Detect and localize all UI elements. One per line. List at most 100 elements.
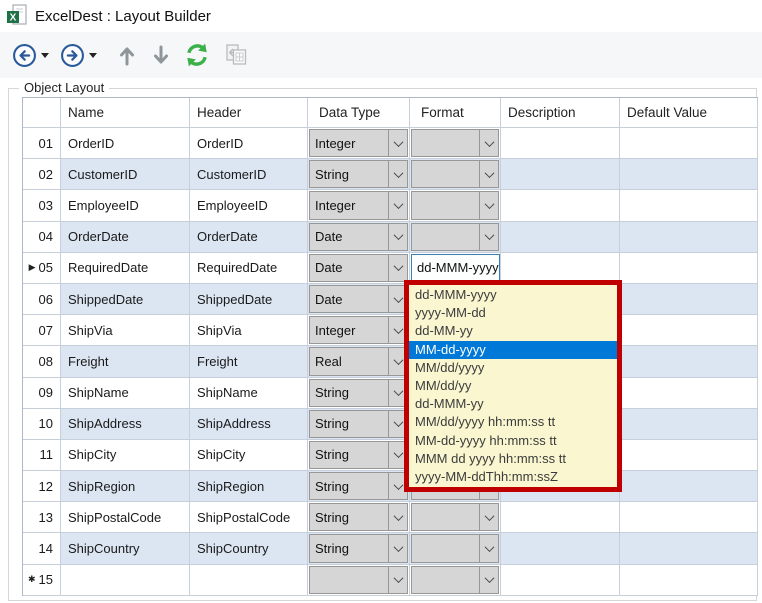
combo-dropdown-button[interactable] [479,161,498,187]
back-dropdown-button[interactable] [38,43,52,67]
data-type-combobox[interactable] [309,566,408,594]
format-dropdown-item[interactable]: dd-MM-yy [409,322,617,340]
description-cell[interactable] [501,565,620,596]
data-type-combobox[interactable]: String [309,410,408,438]
data-type-combobox[interactable]: Date [309,285,408,313]
format-dropdown-list[interactable]: dd-MMM-yyyy yyyy-MM-dd dd-MM-yy MM-dd-yy… [409,286,617,486]
default-value-cell[interactable] [620,222,758,253]
default-value-cell[interactable] [620,315,758,346]
default-value-cell[interactable] [620,533,758,564]
default-value-cell[interactable] [620,159,758,190]
name-cell[interactable]: Freight [61,346,190,377]
combo-dropdown-button[interactable] [388,161,407,187]
header-cell[interactable]: EmployeeID [190,190,308,221]
format-combobox[interactable] [411,160,499,188]
description-cell[interactable] [501,190,620,221]
name-cell[interactable]: OrderDate [61,222,190,253]
header-cell[interactable]: CustomerID [190,159,308,190]
row-selector[interactable]: 14 [23,533,61,564]
default-value-cell[interactable] [620,409,758,440]
header-cell[interactable]: ShippedDate [190,284,308,315]
format-combobox[interactable] [411,191,499,219]
column-header-default-value[interactable]: Default Value [620,98,758,128]
name-cell[interactable]: EmployeeID [61,190,190,221]
default-value-cell[interactable] [620,190,758,221]
row-selector[interactable]: 04 [23,222,61,253]
row-selector[interactable]: 11 [23,440,61,471]
default-value-cell[interactable] [620,502,758,533]
format-dropdown-item[interactable]: yyyy-MM-dd [409,304,617,322]
format-dropdown-item[interactable]: MM-dd-yyyy [409,341,617,359]
combo-dropdown-button[interactable] [479,224,498,250]
forward-dropdown-button[interactable] [86,43,100,67]
header-cell[interactable]: OrderID [190,128,308,159]
excel-copy-button[interactable] [222,41,250,69]
data-type-combobox[interactable]: Date [309,254,408,282]
combo-dropdown-button[interactable] [388,504,407,530]
combo-dropdown-button[interactable] [388,224,407,250]
column-header-header[interactable]: Header [190,98,308,128]
column-header-name[interactable]: Name [61,98,190,128]
data-type-combobox[interactable]: String [309,160,408,188]
combo-dropdown-button[interactable] [479,192,498,218]
row-selector[interactable]: 09 [23,378,61,409]
format-dropdown-item[interactable]: MM/dd/yy [409,377,617,395]
data-type-combobox[interactable]: Integer [309,129,408,157]
header-cell[interactable]: ShipPostalCode [190,502,308,533]
format-combobox[interactable]: dd-MMM-yyyy [411,254,501,282]
combo-dropdown-button[interactable] [388,535,407,561]
format-dropdown-item[interactable]: dd-MMM-yyyy [409,286,617,304]
data-type-combobox[interactable]: String [309,379,408,407]
data-type-combobox[interactable]: String [309,503,408,531]
format-combobox[interactable] [411,534,499,562]
name-cell[interactable]: ShipName [61,378,190,409]
name-cell[interactable]: ShipCountry [61,533,190,564]
name-cell[interactable]: ShipVia [61,315,190,346]
forward-button[interactable] [58,41,86,69]
name-cell[interactable]: ShipAddress [61,409,190,440]
combo-dropdown-button[interactable] [479,567,498,593]
data-type-combobox[interactable]: Integer [309,316,408,344]
row-selector[interactable]: 01 [23,128,61,159]
combo-dropdown-button[interactable] [388,130,407,156]
combo-dropdown-button[interactable] [479,535,498,561]
name-cell[interactable]: ShipRegion [61,471,190,502]
column-header-format[interactable]: Format [410,98,501,128]
description-cell[interactable] [501,128,620,159]
combo-dropdown-button[interactable] [479,130,498,156]
row-selector[interactable]: 07 [23,315,61,346]
description-cell[interactable] [501,533,620,564]
header-cell[interactable]: RequiredDate [190,253,308,284]
description-cell[interactable] [501,159,620,190]
default-value-cell[interactable] [620,378,758,409]
data-type-combobox[interactable]: Real [309,347,408,375]
row-selector[interactable]: 13 [23,502,61,533]
column-header-description[interactable]: Description [501,98,620,128]
format-combobox[interactable] [411,503,499,531]
description-cell[interactable] [501,222,620,253]
default-value-cell[interactable] [620,471,758,502]
format-dropdown-item[interactable]: dd-MMM-yy [409,395,617,413]
header-cell[interactable] [190,565,308,596]
combo-dropdown-button[interactable] [388,255,407,281]
header-cell[interactable]: ShipAddress [190,409,308,440]
header-cell[interactable]: ShipVia [190,315,308,346]
name-cell[interactable]: ShippedDate [61,284,190,315]
name-cell[interactable]: CustomerID [61,159,190,190]
name-cell[interactable] [61,565,190,596]
header-cell[interactable]: ShipName [190,378,308,409]
column-header-rownum[interactable] [23,98,61,128]
default-value-cell[interactable] [620,346,758,377]
header-cell[interactable]: ShipCity [190,440,308,471]
name-cell[interactable]: ShipCity [61,440,190,471]
data-type-combobox[interactable]: Date [309,223,408,251]
column-header-data-type[interactable]: Data Type [308,98,410,128]
format-combobox[interactable] [411,223,499,251]
description-cell[interactable] [501,502,620,533]
move-down-button[interactable] [148,41,174,69]
name-cell[interactable]: OrderID [61,128,190,159]
default-value-cell[interactable] [620,565,758,596]
header-cell[interactable]: ShipRegion [190,471,308,502]
format-dropdown-item[interactable]: MM/dd/yyyy [409,359,617,377]
format-combobox[interactable] [411,566,499,594]
